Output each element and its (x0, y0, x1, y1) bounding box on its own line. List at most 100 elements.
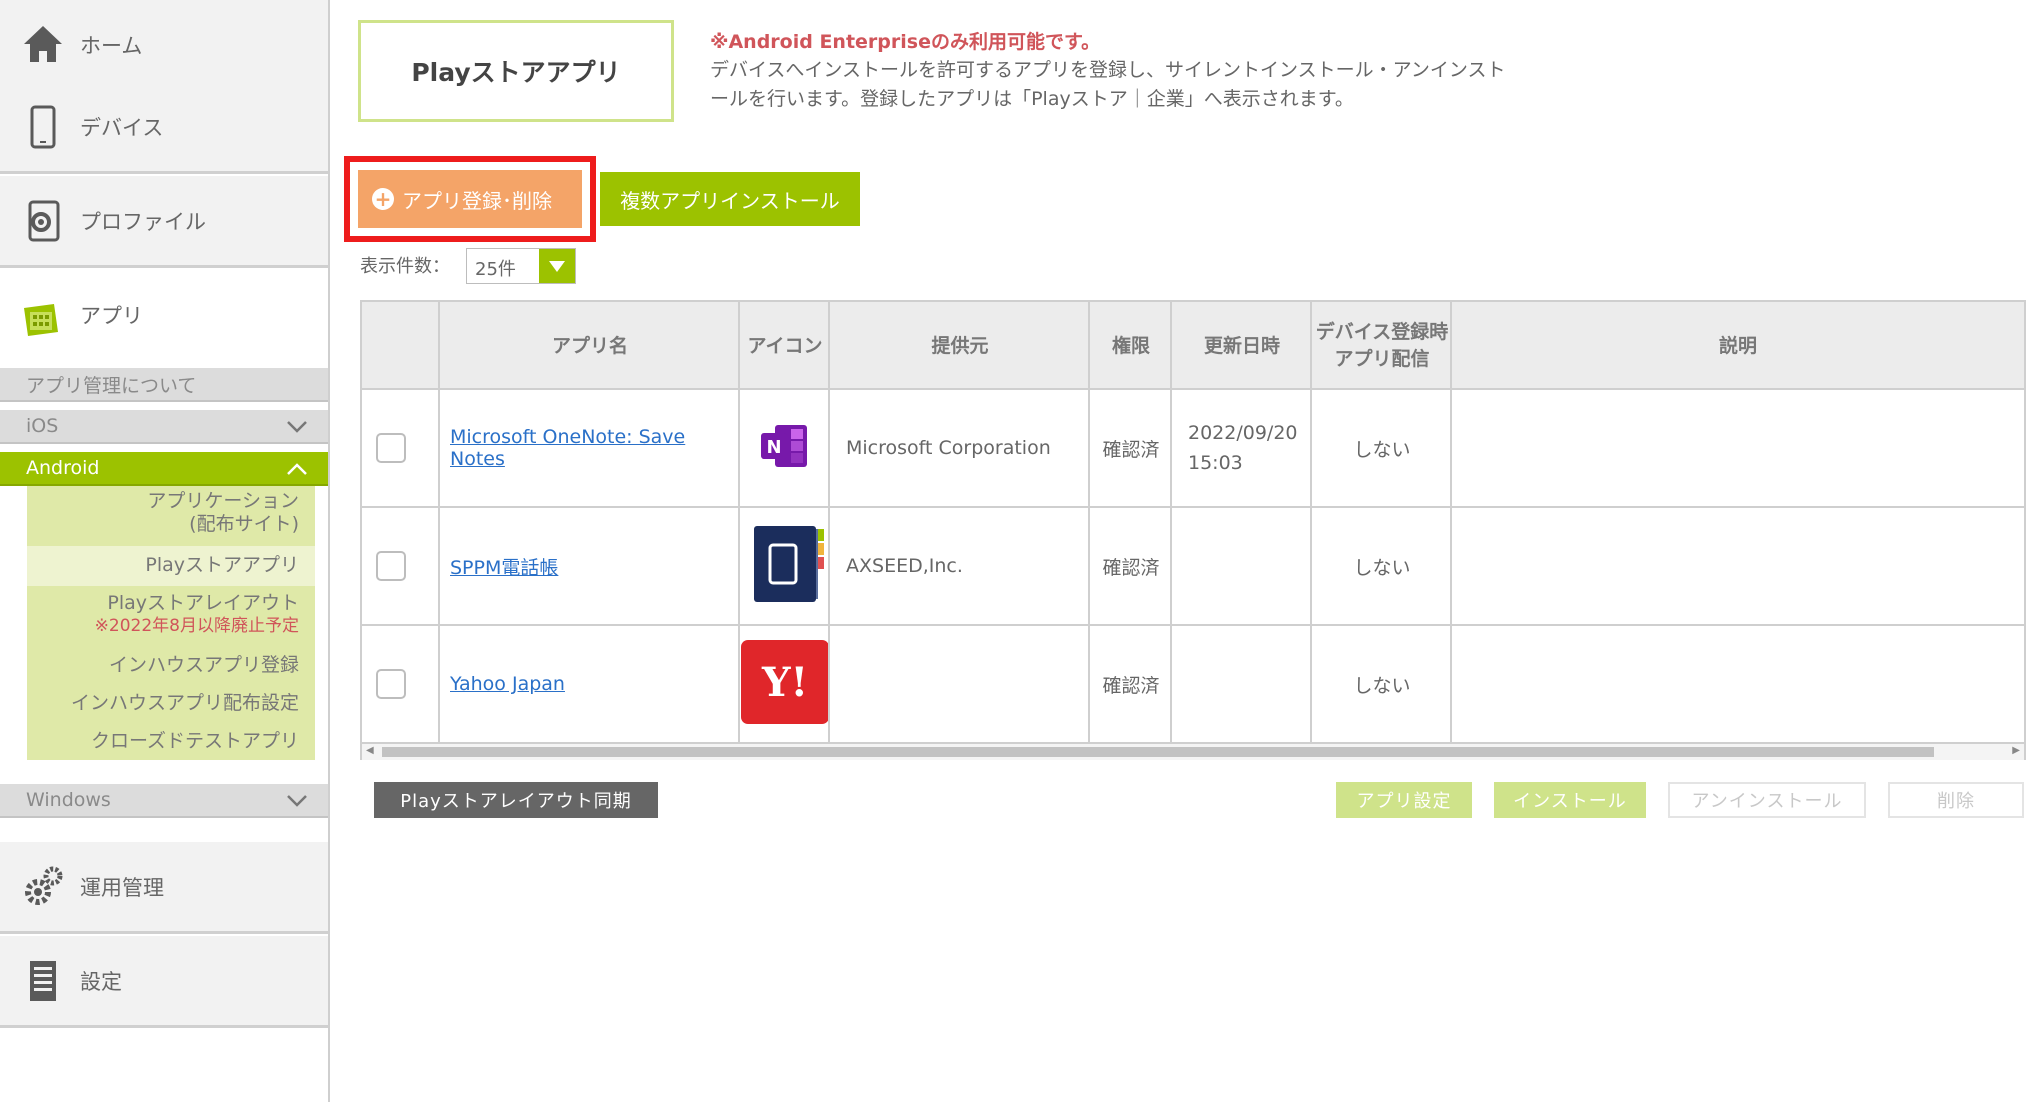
gears-icon (20, 864, 66, 910)
nav-app[interactable]: アプリ (0, 270, 328, 362)
scroll-left-arrow-icon[interactable]: ◀ (366, 745, 374, 756)
provider-cell: Microsoft Corporation (846, 437, 1051, 459)
header-app-name: アプリ名 (551, 334, 628, 357)
notice-block: ※Android Enterpriseのみ利用可能です。 デバイスへインストール… (710, 28, 1570, 114)
row-checkbox[interactable] (376, 551, 406, 581)
sidebar-item-about[interactable]: アプリ管理について (0, 368, 328, 402)
description-cell (1452, 390, 2024, 506)
sidebar-item-ios[interactable]: iOS (0, 410, 328, 444)
column-divider (1310, 302, 1312, 744)
uninstall-button[interactable]: アンインストール (1668, 782, 1866, 818)
sidebar-item-about-label: アプリ管理について (26, 374, 197, 397)
app-name-link[interactable]: SPPM電話帳 (450, 553, 558, 580)
multi-app-install-button[interactable]: 複数アプリインストール (600, 172, 860, 226)
sidebar-item-android[interactable]: Android (0, 452, 328, 486)
profile-gear-icon (20, 198, 66, 244)
updated-cell: 2022/09/20 15:03 (1188, 390, 1312, 506)
onenote-icon: N (757, 421, 813, 476)
app-grid-icon (18, 294, 64, 340)
per-page-select[interactable]: 25件 (466, 248, 576, 284)
android-item-closed-test-label: クローズドテストアプリ (90, 730, 299, 752)
app-settings-button[interactable]: アプリ設定 (1336, 782, 1472, 818)
device-reg-cell: しない (1353, 438, 1411, 461)
header-icon: アイコン (747, 334, 823, 357)
row-checkbox[interactable] (376, 433, 406, 463)
header-device-reg-line1: デバイス登録時 (1315, 321, 1449, 343)
android-item-playstore-app[interactable]: Playストアアプリ (145, 554, 299, 577)
sidebar-item-windows[interactable]: Windows (0, 784, 328, 818)
android-item-closed-test[interactable]: クローズドテストアプリ (91, 730, 299, 753)
delete-button[interactable]: 削除 (1888, 782, 2024, 818)
row-checkbox[interactable] (376, 669, 406, 699)
android-item-inhouse-distribution-label: インハウスアプリ配布設定 (70, 692, 299, 714)
sidebar-item-android-label: Android (26, 457, 100, 479)
sppm-phonebook-icon (740, 521, 830, 612)
permission-cell: 確認済 (1102, 556, 1160, 579)
per-page-label: 表示件数： (360, 256, 450, 277)
provider-cell: AXSEED,Inc. (846, 555, 963, 577)
android-item-inhouse-register[interactable]: インハウスアプリ登録 (109, 654, 299, 677)
install-button[interactable]: インストール (1494, 782, 1646, 818)
description-cell (1452, 508, 2024, 624)
playstore-layout-sync-button[interactable]: Playストアレイアウト同期 (374, 782, 658, 818)
column-divider (1450, 302, 1452, 744)
app-name-link[interactable]: Yahoo Japan (450, 673, 565, 695)
nav-settings[interactable]: 設定 (0, 936, 328, 1028)
notice-line-2: ールを行います。登録したアプリは「Playストア｜企業」へ表示されます。 (710, 88, 1354, 110)
horizontal-scrollbar[interactable]: ◀ ▶ (362, 744, 2024, 760)
scrollbar-thumb[interactable] (382, 747, 1934, 757)
nav-operation[interactable]: 運用管理 (0, 842, 328, 934)
header-device-reg: デバイス登録時 アプリ配信 (1312, 302, 1452, 390)
notice-line-1: デバイスへインストールを許可するアプリを登録し、サイレントインストール・アンイン… (710, 59, 1506, 81)
android-item-playstore-app-label: Playストアアプリ (145, 554, 299, 576)
notice-title: ※Android Enterpriseのみ利用可能です。 (710, 31, 1101, 53)
nav-profile[interactable]: プロファイル (0, 176, 328, 268)
page-title: Playストアアプリ (358, 20, 674, 122)
chevron-down-icon (287, 795, 307, 807)
nav-settings-label: 設定 (80, 969, 122, 994)
android-item-app-distribution[interactable]: アプリケーション (配布サイト) (147, 490, 299, 536)
column-divider (738, 302, 740, 744)
sidebar-item-ios-label: iOS (26, 415, 59, 437)
header-description: 説明 (1718, 334, 1757, 357)
android-item-deprecation-note: ※2022年8月以降廃止予定 (94, 616, 299, 636)
android-item-app-distribution-line1: アプリケーション (147, 490, 299, 512)
per-page-value: 25件 (475, 259, 516, 280)
nav-home-label: ホーム (80, 33, 143, 58)
column-divider (828, 302, 830, 744)
scroll-right-arrow-icon[interactable]: ▶ (2012, 745, 2020, 756)
permission-cell: 確認済 (1102, 438, 1160, 461)
register-button-highlight: + アプリ登録･削除 (344, 156, 596, 242)
nav-device-label: デバイス (80, 115, 164, 140)
register-delete-app-button[interactable]: + アプリ登録･削除 (358, 170, 582, 228)
permission-cell: 確認済 (1102, 674, 1160, 697)
nav-device[interactable]: デバイス (0, 82, 328, 174)
chevron-down-icon (287, 421, 307, 433)
dropdown-arrow-icon (539, 249, 575, 283)
home-icon (20, 22, 66, 68)
app-name-link[interactable]: Microsoft OneNote: Save Notes (450, 426, 740, 470)
table-row: Yahoo Japan Y! 確認済 しない (362, 626, 2024, 744)
header-provider: 提供元 (931, 334, 989, 357)
nav-home[interactable]: ホーム (0, 0, 328, 92)
android-submenu: アプリケーション (配布サイト) Playストアアプリ Playストアレイアウト… (27, 486, 315, 760)
header-device-reg-line2: アプリ配信 (1334, 348, 1430, 370)
app-table: アプリ名 アイコン 提供元 権限 更新日時 デバイス登録時 アプリ配信 説明 M… (360, 300, 2026, 760)
table-header: アプリ名 アイコン 提供元 権限 更新日時 デバイス登録時 アプリ配信 説明 (362, 302, 2024, 390)
android-item-app-distribution-line2: (配布サイト) (189, 513, 299, 535)
android-item-playstore-layout[interactable]: Playストアレイアウト ※2022年8月以降廃止予定 (95, 592, 299, 638)
updated-cell (1188, 626, 1312, 742)
svg-text:N: N (766, 437, 781, 458)
smartphone-icon (20, 104, 66, 150)
yahoo-icon: Y! (740, 638, 830, 731)
header-updated: 更新日時 (1203, 334, 1280, 357)
device-reg-cell: しない (1353, 556, 1411, 579)
chevron-up-icon (287, 463, 307, 475)
android-item-inhouse-distribution[interactable]: インハウスアプリ配布設定 (71, 692, 299, 715)
sidebar: ホーム デバイス プロファイル アプリ アプリ管理について iOS Androi… (0, 0, 330, 1102)
svg-text:Y!: Y! (761, 659, 808, 706)
nav-profile-label: プロファイル (80, 209, 206, 234)
nav-operation-label: 運用管理 (80, 875, 164, 900)
description-cell (1452, 626, 2024, 742)
provider-cell (846, 626, 1090, 742)
